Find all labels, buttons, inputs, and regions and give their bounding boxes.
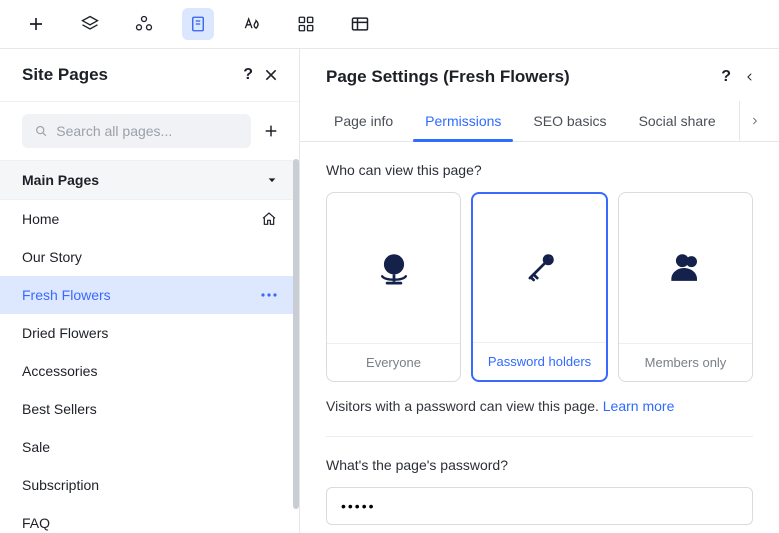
search-input[interactable] xyxy=(56,123,239,139)
sidebar: Site Pages ? Main Pages HomeOur Stor xyxy=(0,49,300,533)
page-item[interactable]: FAQ xyxy=(0,504,299,533)
permission-option-password-holders[interactable]: Password holders xyxy=(471,192,608,382)
page-item-label: Best Sellers xyxy=(22,401,97,417)
settings-panel: Page Settings (Fresh Flowers) ? Page inf… xyxy=(300,49,779,533)
members-icon xyxy=(664,193,708,343)
apps-tool[interactable] xyxy=(128,8,160,40)
page-item-label: Fresh Flowers xyxy=(22,287,111,303)
settings-help-icon[interactable]: ? xyxy=(721,68,731,86)
divider xyxy=(326,436,753,437)
password-label: What's the page's password? xyxy=(326,457,753,473)
permission-option-label: Members only xyxy=(619,343,752,381)
page-item[interactable]: Subscription xyxy=(0,466,299,504)
widgets-tool[interactable] xyxy=(290,8,322,40)
tab-page-info[interactable]: Page info xyxy=(318,101,409,141)
page-item[interactable]: Home xyxy=(0,200,299,238)
section-header[interactable]: Main Pages xyxy=(0,160,299,200)
settings-back-icon[interactable] xyxy=(745,70,755,84)
page-item[interactable]: Accessories xyxy=(0,352,299,390)
add-page-button[interactable] xyxy=(261,121,281,141)
permission-options: Everyone Password holders Members only xyxy=(326,192,753,382)
home-icon xyxy=(261,211,277,227)
tab-seo-basics[interactable]: SEO basics xyxy=(517,101,622,141)
data-tool[interactable] xyxy=(344,8,376,40)
tabs: Page infoPermissionsSEO basicsSocial sha… xyxy=(300,101,779,142)
permission-option-label: Password holders xyxy=(473,342,606,380)
add-tool[interactable] xyxy=(20,8,52,40)
sidebar-title: Site Pages xyxy=(22,65,108,85)
globe-icon xyxy=(372,193,416,343)
permission-option-label: Everyone xyxy=(327,343,460,381)
layers-tool[interactable] xyxy=(74,8,106,40)
settings-title: Page Settings (Fresh Flowers) xyxy=(326,67,570,87)
learn-more-link[interactable]: Learn more xyxy=(603,398,675,414)
search-icon xyxy=(34,123,48,139)
tab-permissions[interactable]: Permissions xyxy=(409,101,517,141)
tabs-scroll-right[interactable] xyxy=(739,101,769,141)
style-tool[interactable] xyxy=(236,8,268,40)
page-item-label: Sale xyxy=(22,439,50,455)
permission-option-members-only[interactable]: Members only xyxy=(618,192,753,382)
page-item[interactable]: Our Story xyxy=(0,238,299,276)
page-tool[interactable] xyxy=(182,8,214,40)
page-item-label: Subscription xyxy=(22,477,99,493)
page-item[interactable]: Best Sellers xyxy=(0,390,299,428)
more-icon[interactable] xyxy=(261,293,277,297)
scrollbar-thumb[interactable] xyxy=(293,159,299,509)
page-item-label: Dried Flowers xyxy=(22,325,108,341)
collapse-icon xyxy=(267,175,277,185)
permission-question: Who can view this page? xyxy=(326,162,753,178)
close-icon[interactable] xyxy=(263,67,279,83)
page-item[interactable]: Fresh Flowers xyxy=(0,276,299,314)
search-input-wrap[interactable] xyxy=(22,114,251,148)
top-toolbar xyxy=(0,0,779,48)
key-icon xyxy=(518,194,562,342)
password-input[interactable] xyxy=(326,487,753,525)
page-item-label: FAQ xyxy=(22,515,50,531)
page-item[interactable]: Sale xyxy=(0,428,299,466)
page-item-label: Accessories xyxy=(22,363,97,379)
page-item[interactable]: Dried Flowers xyxy=(0,314,299,352)
tab-social-share[interactable]: Social share xyxy=(623,101,732,141)
section-title: Main Pages xyxy=(22,172,99,188)
permission-option-everyone[interactable]: Everyone xyxy=(326,192,461,382)
page-item-label: Our Story xyxy=(22,249,82,265)
permission-helper: Visitors with a password can view this p… xyxy=(326,398,753,414)
page-item-label: Home xyxy=(22,211,59,227)
page-list: Home Our Story Fresh Flowers Dried Flowers A… xyxy=(0,200,299,533)
help-icon[interactable]: ? xyxy=(243,66,253,84)
